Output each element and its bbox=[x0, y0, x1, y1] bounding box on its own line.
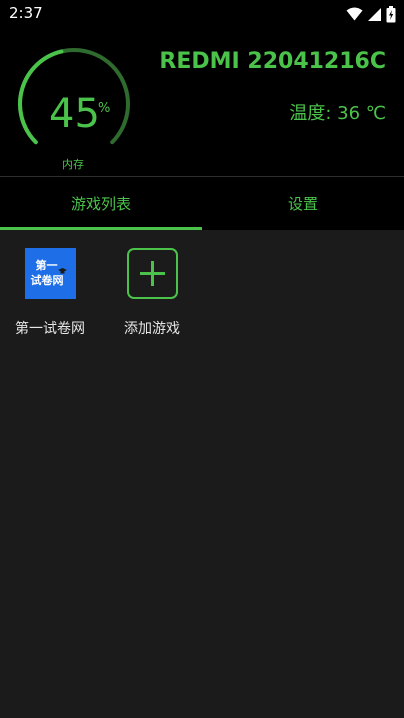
status-icons bbox=[346, 5, 396, 23]
device-name: REDMI 22041216C bbox=[159, 49, 386, 74]
wifi-icon bbox=[346, 7, 363, 21]
game-item-diyi-shijuan[interactable]: 第一 试卷网 第一试卷网 bbox=[0, 248, 100, 338]
cellular-signal-icon bbox=[367, 7, 382, 22]
game-label: 第一试卷网 bbox=[15, 321, 85, 337]
app-logo-icon: 第一 试卷网 bbox=[24, 248, 76, 299]
temperature-readout: 温度: 36 ℃ bbox=[289, 103, 386, 124]
app-logo-text-line1: 第一 bbox=[35, 259, 58, 272]
status-bar: 2:37 bbox=[0, 0, 404, 27]
memory-label: 内存 bbox=[62, 158, 84, 171]
tab-game-list[interactable]: 游戏列表 bbox=[0, 177, 202, 230]
memory-percent-value: 45 bbox=[49, 91, 100, 137]
battery-icon bbox=[386, 5, 396, 23]
tab-game-list-label: 游戏列表 bbox=[70, 195, 131, 213]
tab-settings-label: 设置 bbox=[287, 195, 318, 213]
device-info-header: 45 % 内存 REDMI 22041216C 温度: 36 ℃ bbox=[0, 27, 404, 176]
app-logo-text-line2: 试卷网 bbox=[30, 274, 64, 287]
graduation-cap-icon bbox=[57, 268, 67, 274]
status-time: 2:37 bbox=[9, 4, 43, 22]
add-game-button[interactable]: 添加游戏 bbox=[102, 248, 202, 338]
add-game-label: 添加游戏 bbox=[124, 321, 180, 337]
memory-gauge: 45 % 内存 bbox=[14, 44, 134, 171]
tab-settings[interactable]: 设置 bbox=[202, 177, 404, 230]
tab-bar: 游戏列表 设置 bbox=[0, 177, 404, 230]
plus-icon bbox=[126, 248, 178, 299]
memory-percent-unit: % bbox=[98, 101, 111, 116]
